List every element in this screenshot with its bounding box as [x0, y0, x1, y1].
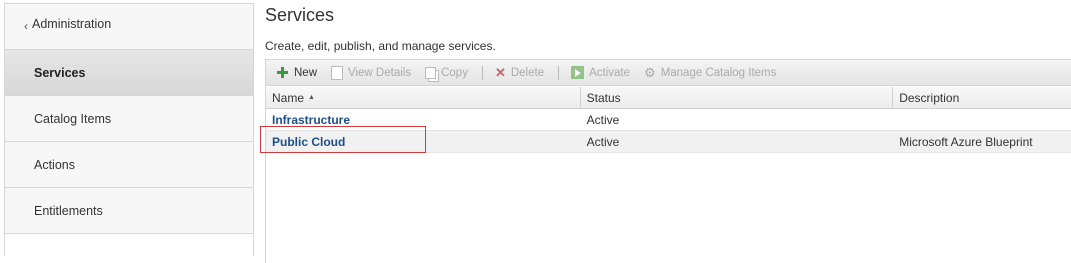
copy-icon: [425, 66, 437, 79]
view-details-button[interactable]: View Details: [331, 65, 412, 80]
sidebar: ‹ Administration Services Catalog Items …: [4, 3, 254, 256]
chevron-left-icon: ‹: [24, 19, 28, 33]
plus-icon: [276, 66, 289, 79]
sidebar-back-label: Administration: [32, 17, 112, 31]
sort-ascending-icon: ▲: [308, 94, 315, 101]
toolbar-separator: [481, 65, 483, 80]
grid-empty-area: [265, 153, 1071, 263]
gear-icon: ⚙: [644, 65, 656, 80]
services-grid: Name ▲ Status Description Infrastructure…: [265, 87, 1071, 263]
sidebar-item-label: Actions: [34, 157, 75, 172]
column-header-status[interactable]: Status: [581, 87, 894, 108]
manage-catalog-items-button[interactable]: ⚙ Manage Catalog Items: [644, 66, 776, 79]
activate-button[interactable]: Activate: [571, 66, 630, 79]
copy-button[interactable]: Copy: [425, 66, 468, 79]
sidebar-item-catalog-items[interactable]: Catalog Items: [5, 96, 253, 142]
play-icon: [571, 66, 585, 79]
sidebar-item-label: Catalog Items: [34, 111, 112, 126]
page-subtitle: Create, edit, publish, and manage servic…: [265, 39, 496, 53]
highlight-box: [260, 126, 426, 153]
sidebar-item-label: Services: [34, 65, 86, 80]
sidebar-item-actions[interactable]: Actions: [5, 142, 253, 188]
delete-label: Delete: [510, 66, 545, 79]
new-button-label: New: [294, 66, 318, 79]
new-button[interactable]: New: [276, 66, 317, 79]
toolbar-separator: [558, 65, 560, 80]
delete-button[interactable]: ✕ Delete: [495, 66, 544, 79]
sidebar-back-administration[interactable]: ‹ Administration: [5, 4, 253, 50]
service-status: Active: [586, 134, 620, 149]
service-description: [893, 109, 1071, 130]
toolbar: New View Details Copy ✕ Delete Activate …: [265, 59, 1071, 86]
sidebar-item-services[interactable]: Services: [5, 50, 253, 96]
manage-catalog-items-label: Manage Catalog Items: [660, 66, 777, 79]
sidebar-item-label: Entitlements: [34, 203, 103, 218]
delete-x-icon: ✕: [494, 65, 506, 80]
column-header-description[interactable]: Description: [893, 87, 1071, 108]
page-title: Services: [265, 5, 335, 25]
column-header-name[interactable]: Name ▲: [266, 87, 581, 108]
service-status: Active: [586, 112, 620, 127]
document-icon: [331, 65, 344, 80]
sidebar-item-entitlements[interactable]: Entitlements: [5, 188, 253, 234]
copy-label: Copy: [441, 66, 468, 79]
service-description: Microsoft Azure Blueprint: [899, 134, 1033, 149]
view-details-label: View Details: [348, 66, 412, 79]
grid-header: Name ▲ Status Description: [265, 87, 1071, 109]
activate-label: Activate: [589, 66, 631, 79]
